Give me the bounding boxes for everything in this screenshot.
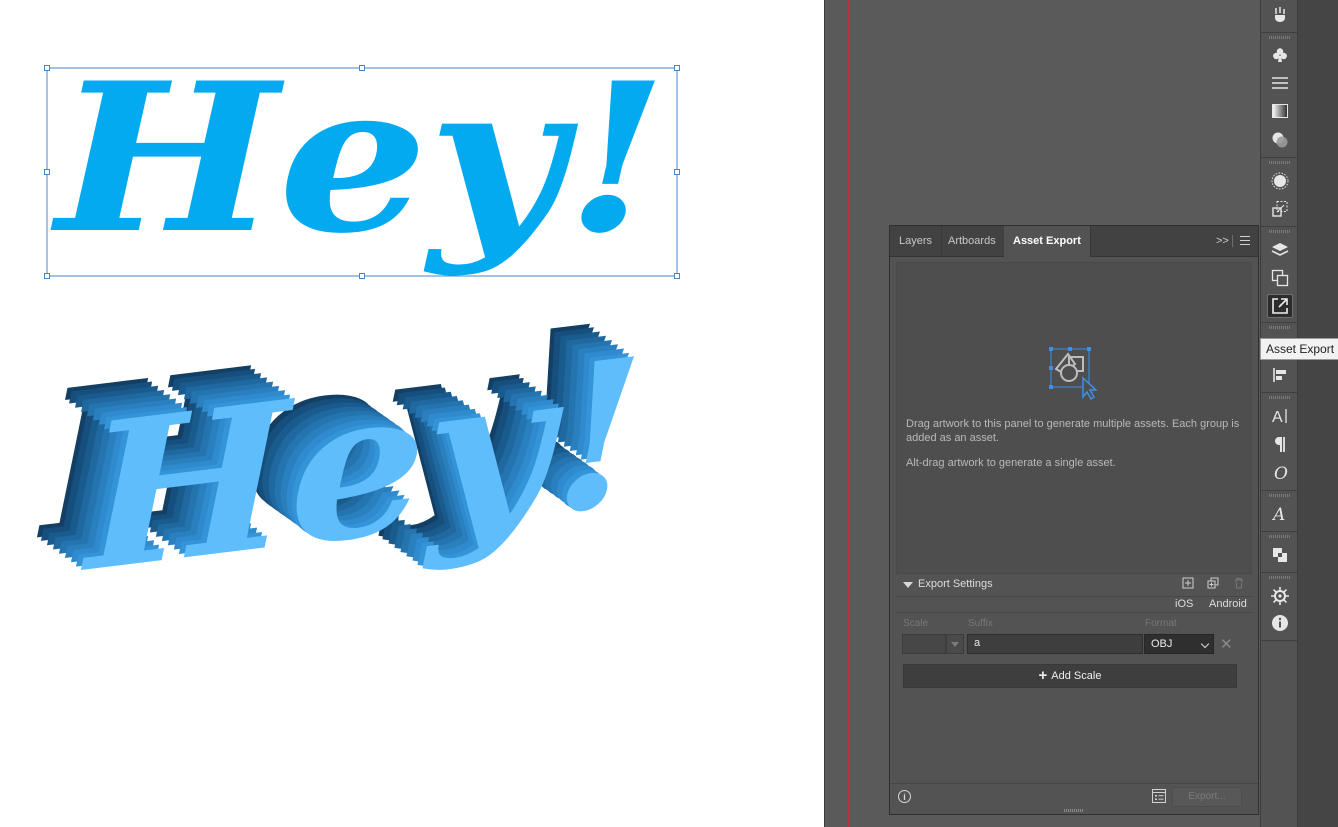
scale-dropdown-button[interactable] [946,634,964,654]
transparency-icon[interactable] [1267,128,1293,152]
tab-divider [1232,235,1233,247]
artboard-edge-guide [848,0,849,827]
collapse-triangle-icon[interactable] [903,582,913,588]
alt-drag-help-text: Alt-drag artwork to generate a single as… [906,457,1116,469]
selection-handle [674,169,680,175]
delete-asset-icon[interactable] [1233,577,1245,589]
drag-help-text: Drag artwork to this panel to generate m… [906,418,1240,444]
dock-right-area [1298,0,1338,827]
export-button[interactable]: Export... [1172,787,1242,807]
add-scale-button[interactable]: + Add Scale [903,664,1237,688]
tab-artboards[interactable]: Artboards [939,226,1006,256]
club-symbol-icon[interactable] [1267,43,1293,67]
opentype-icon[interactable]: O [1267,461,1293,485]
tab-asset-export[interactable]: Asset Export [1004,226,1091,257]
panel-menu-icon[interactable] [1240,236,1250,245]
pathfinder-icon[interactable] [1267,543,1293,567]
ios-preset-button[interactable]: iOS [1175,598,1193,610]
transform-icon[interactable] [1267,197,1293,221]
align-icon[interactable] [1267,363,1293,387]
scale-input[interactable] [902,634,946,654]
add-scale-label: Add Scale [1051,670,1102,682]
suffix-input[interactable]: a [967,634,1143,654]
character-icon[interactable]: A [1267,404,1293,428]
info-panel-icon[interactable] [1267,611,1293,635]
panel-tab-bar: Layers Artboards Asset Export >> [890,226,1258,257]
asset-export-tooltip: Asset Export [1260,338,1338,360]
selection-handle [674,65,680,71]
stroke-lines-icon[interactable] [1267,71,1293,95]
selection-handle [674,273,680,279]
paragraph-icon[interactable] [1267,432,1293,456]
panel-dock-strip: A O A [1260,0,1299,827]
brush-icon[interactable] [1267,3,1293,27]
format-select[interactable]: OBJ [1144,634,1214,654]
selection-handle [359,273,365,279]
asset-export-panel: Layers Artboards Asset Export >> Drag ar… [889,225,1259,815]
drag-artwork-icon [1049,347,1098,401]
svg-text:A: A [1272,505,1285,523]
selection-handle [44,65,50,71]
format-value: OBJ [1151,638,1173,650]
layers-icon[interactable] [1267,238,1293,262]
artwork-svg[interactable]: Hey! Hey! Hey! Hey! Hey! Hey! Hey! Hey! [0,0,824,827]
collapse-panel-button[interactable]: >> [1216,235,1229,247]
scale-column-label: Scale [903,618,929,629]
remove-scale-icon[interactable]: ✕ [1220,635,1233,653]
format-column-label: Format [1145,618,1177,629]
asset-export-icon[interactable] [1267,294,1293,318]
properties-icon[interactable] [1267,584,1293,608]
plus-icon: + [1038,667,1048,684]
android-preset-button[interactable]: Android [1209,598,1247,610]
tab-layers[interactable]: Layers [890,226,943,256]
glyphs-icon[interactable]: A [1267,502,1293,526]
gradient-icon[interactable] [1267,99,1293,123]
scale-column-header: Scale Suffix Format [896,612,1252,631]
artboard[interactable]: Hey! Hey! Hey! Hey! Hey! Hey! Hey! Hey! [0,0,824,827]
artboards-icon[interactable] [1267,266,1293,290]
export-settings-label: Export Settings [918,578,993,590]
selection-handle [44,169,50,175]
export-settings-list-icon[interactable] [1152,789,1166,803]
appearance-icon[interactable] [1267,169,1293,193]
svg-text:O: O [1274,464,1288,482]
duplicate-asset-icon[interactable] [1207,577,1219,589]
info-icon[interactable]: i [898,790,911,803]
flat-hey-artwork[interactable]: Hey! [50,39,668,279]
flat-hey-text: Hey! [50,39,668,279]
extruded-hey-artwork[interactable]: Hey! Hey! Hey! Hey! Hey! Hey! Hey! Hey! … [37,276,646,623]
selection-handle [359,65,365,71]
suffix-column-label: Suffix [968,618,993,629]
asset-drop-area[interactable]: Drag artwork to this panel to generate m… [896,262,1252,574]
add-asset-icon[interactable] [1182,577,1194,589]
chevron-down-icon [1200,639,1210,649]
export-settings-header[interactable]: Export Settings [896,574,1252,597]
selection-handle [44,273,50,279]
svg-text:A: A [1272,409,1283,425]
panel-resize-grip[interactable] [1064,809,1084,812]
